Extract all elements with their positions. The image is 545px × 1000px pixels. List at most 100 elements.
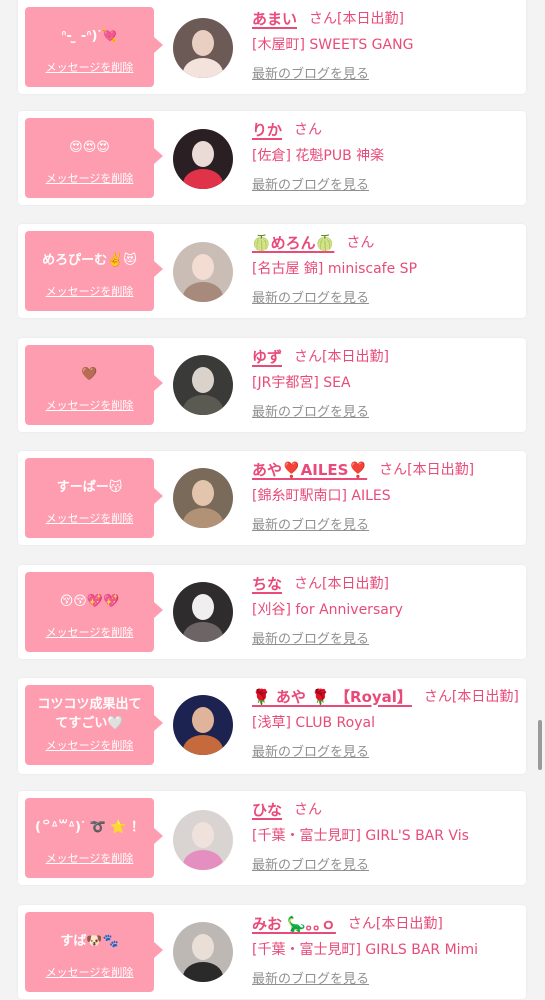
- name-line: 🌹 あや 🌹 【Royal】 さん [本日出勤]: [252, 684, 522, 708]
- avatar-face: [192, 141, 214, 167]
- status-badge: [本日出勤]: [407, 462, 475, 478]
- latest-blog-link[interactable]: 最新のブログを見る: [252, 287, 369, 306]
- avatar[interactable]: [173, 582, 233, 642]
- honorific-label: さん: [294, 122, 323, 138]
- message-bubble: コツコツ成果出て てすごい🤍 メッセージを削除: [25, 685, 163, 765]
- message-bubble: 😍😍😍 メッセージを削除: [25, 118, 163, 198]
- avatar[interactable]: [173, 810, 233, 870]
- message-text: めろぴーむ✌️😻: [42, 252, 137, 268]
- avatar[interactable]: [173, 695, 233, 755]
- scrollbar[interactable]: [538, 720, 542, 770]
- latest-blog-link[interactable]: 最新のブログを見る: [252, 968, 369, 987]
- message-bubble: (꒪ᐞ꒳ᐞ)ᐝ ➰ ⭐️ ！ メッセージを削除: [25, 798, 163, 878]
- entry-info: あや❣️AILES❣️ さん [本日出勤] [錦糸町駅南口] AILES 最新の…: [252, 457, 522, 534]
- name-line: あまい さん [本日出勤]: [252, 6, 522, 30]
- message-bubble: ᐢ- ̫ -ᐢ)ᐝ💘 メッセージを削除: [25, 7, 163, 87]
- name-line: 🍈めろん🍈 さん: [252, 230, 522, 254]
- girl-name-link[interactable]: ちな: [252, 573, 282, 594]
- avatar[interactable]: [173, 18, 233, 78]
- name-line: ちな さん [本日出勤]: [252, 571, 522, 595]
- girl-name-link[interactable]: あまい: [252, 8, 297, 29]
- shop-label: [木屋町] SWEETS GANG: [252, 37, 414, 53]
- status-badge: [本日出勤]: [322, 349, 389, 365]
- latest-blog-link[interactable]: 最新のブログを見る: [252, 63, 369, 82]
- entry-info: 🍈めろん🍈 さん [名古屋 錦] miniscafe SP 最新のブログを見る: [252, 230, 522, 307]
- entry-info: みお 🦕｡｡ｏ さん [本日出勤] [千葉・富士見町] GIRLS BAR Mi…: [252, 911, 522, 988]
- delete-message-link[interactable]: メッセージを削除: [25, 510, 154, 526]
- avatar[interactable]: [173, 922, 233, 982]
- shop-label: [錦糸町駅南口] AILES: [252, 488, 391, 504]
- girl-name-link[interactable]: 🌹 あや 🌹 【Royal】: [252, 686, 412, 707]
- name-line: あや❣️AILES❣️ さん [本日出勤]: [252, 457, 522, 481]
- shop-label: [千葉・富士見町] GIRL'S BAR Vis: [252, 828, 469, 844]
- latest-blog-link[interactable]: 最新のブログを見る: [252, 628, 369, 647]
- message-text: ᐢ- ̫ -ᐢ)ᐝ💘: [61, 28, 118, 44]
- avatar-face: [192, 30, 214, 56]
- shop-label: [佐倉] 花魁PUB 神楽: [252, 148, 385, 164]
- honorific-label: さん: [294, 576, 323, 592]
- message-card: 🤎 メッセージを削除 ゆず さん [本日出勤] [JR宇都宮] SEA 最新のブ…: [18, 338, 526, 432]
- honorific-label: さん: [379, 462, 408, 478]
- entry-info: ちな さん [本日出勤] [刈谷] for Anniversary 最新のブログ…: [252, 571, 522, 648]
- girl-name-link[interactable]: ゆず: [252, 346, 282, 367]
- latest-blog-link[interactable]: 最新のブログを見る: [252, 401, 369, 420]
- shop-label: [JR宇都宮] SEA: [252, 375, 351, 391]
- message-card: すーぱー😽 メッセージを削除 あや❣️AILES❣️ さん [本日出勤] [錦糸…: [18, 451, 526, 545]
- message-text: コツコツ成果出て てすごい🤍: [37, 697, 142, 731]
- honorific-label: さん: [347, 916, 376, 932]
- entry-info: ひな さん [千葉・富士見町] GIRL'S BAR Vis 最新のブログを見る: [252, 797, 522, 874]
- message-card: コツコツ成果出て てすごい🤍 メッセージを削除 🌹 あや 🌹 【Royal】 さ…: [18, 678, 526, 774]
- message-card: めろぴーむ✌️😻 メッセージを削除 🍈めろん🍈 さん [名古屋 錦] minis…: [18, 224, 526, 318]
- message-bubble: 😚😚💖💖 メッセージを削除: [25, 572, 163, 652]
- avatar-face: [192, 822, 214, 848]
- entry-info: あまい さん [本日出勤] [木屋町] SWEETS GANG 最新のブログを見…: [252, 6, 522, 83]
- girl-name-link[interactable]: みお 🦕｡｡ｏ: [252, 913, 336, 934]
- message-card: 😚😚💖💖 メッセージを削除 ちな さん [本日出勤] [刈谷] for Anni…: [18, 565, 526, 659]
- avatar-face: [192, 480, 214, 506]
- name-line: ゆず さん [本日出勤]: [252, 344, 522, 368]
- honorific-label: さん: [309, 11, 338, 27]
- latest-blog-link[interactable]: 最新のブログを見る: [252, 854, 369, 873]
- message-text: 😚😚💖💖: [59, 593, 120, 609]
- shop-label: [浅草] CLUB Royal: [252, 715, 375, 731]
- shop-label: [刈谷] for Anniversary: [252, 602, 403, 618]
- avatar-face: [192, 254, 214, 280]
- avatar[interactable]: [173, 242, 233, 302]
- avatar[interactable]: [173, 355, 233, 415]
- honorific-label: さん: [346, 235, 375, 251]
- girl-name-link[interactable]: ひな: [252, 799, 282, 820]
- delete-message-link[interactable]: メッセージを削除: [25, 850, 154, 866]
- avatar[interactable]: [173, 468, 233, 528]
- message-text: すば🐶🐾: [60, 933, 119, 949]
- message-card: ᐢ- ̫ -ᐢ)ᐝ💘 メッセージを削除 あまい さん [本日出勤] [木屋町] …: [18, 0, 526, 94]
- avatar-face: [192, 594, 214, 620]
- delete-message-link[interactable]: メッセージを削除: [25, 964, 154, 980]
- girl-name-link[interactable]: あや❣️AILES❣️: [252, 459, 367, 480]
- message-card: 😍😍😍 メッセージを削除 りか さん [佐倉] 花魁PUB 神楽 最新のブログを…: [18, 111, 526, 205]
- delete-message-link[interactable]: メッセージを削除: [25, 624, 154, 640]
- message-bubble: めろぴーむ✌️😻 メッセージを削除: [25, 231, 163, 311]
- name-line: りか さん: [252, 117, 522, 141]
- latest-blog-link[interactable]: 最新のブログを見る: [252, 174, 369, 193]
- girl-name-link[interactable]: りか: [252, 119, 282, 140]
- avatar[interactable]: [173, 129, 233, 189]
- message-card: すば🐶🐾 メッセージを削除 みお 🦕｡｡ｏ さん [本日出勤] [千葉・富士見町…: [18, 905, 526, 999]
- avatar-face: [192, 934, 214, 960]
- delete-message-link[interactable]: メッセージを削除: [25, 397, 154, 413]
- message-bubble: 🤎 メッセージを削除: [25, 345, 163, 425]
- entry-info: 🌹 あや 🌹 【Royal】 さん [本日出勤] [浅草] CLUB Royal…: [252, 684, 522, 761]
- latest-blog-link[interactable]: 最新のブログを見る: [252, 741, 369, 760]
- message-bubble: すーぱー😽 メッセージを削除: [25, 458, 163, 538]
- delete-message-link[interactable]: メッセージを削除: [25, 59, 154, 75]
- message-bubble: すば🐶🐾 メッセージを削除: [25, 912, 163, 992]
- avatar-face: [192, 367, 214, 393]
- name-line: ひな さん: [252, 797, 522, 821]
- delete-message-link[interactable]: メッセージを削除: [25, 283, 154, 299]
- delete-message-link[interactable]: メッセージを削除: [25, 170, 154, 186]
- honorific-label: さん: [294, 802, 323, 818]
- girl-name-link[interactable]: 🍈めろん🍈: [252, 232, 334, 253]
- delete-message-link[interactable]: メッセージを削除: [25, 737, 154, 753]
- latest-blog-link[interactable]: 最新のブログを見る: [252, 514, 369, 533]
- status-badge: [本日出勤]: [337, 11, 404, 27]
- avatar-face: [192, 707, 214, 733]
